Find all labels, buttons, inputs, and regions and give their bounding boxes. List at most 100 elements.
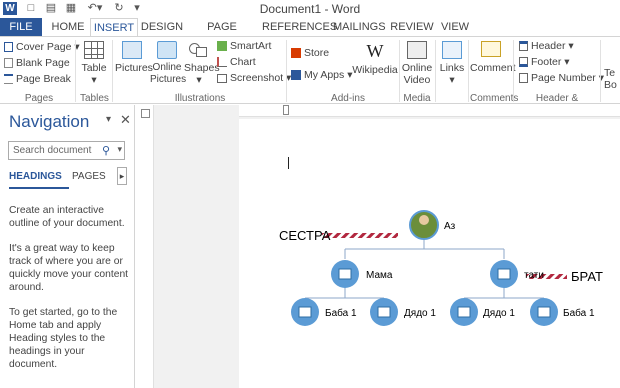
group-divider bbox=[513, 40, 514, 102]
tab-view[interactable]: VIEW bbox=[439, 18, 471, 36]
node-label-dyado-1: Дядо 1 bbox=[483, 308, 515, 319]
tab-results-scroll[interactable]: ▸ bbox=[117, 167, 127, 185]
page-number-button[interactable]: Page Number ▾ bbox=[519, 72, 604, 84]
cover-page-icon bbox=[4, 42, 13, 53]
smartart-icon bbox=[217, 41, 227, 52]
group-label-illustrations: Illustrations bbox=[174, 93, 226, 104]
search-icon[interactable]: ⚲ bbox=[102, 144, 110, 157]
node-baba-1-left[interactable]: Баба 1 bbox=[291, 298, 357, 326]
node-baba-1-right[interactable]: Баба 1 bbox=[530, 298, 595, 326]
shapes-button[interactable]: Shapes ▾ bbox=[184, 41, 220, 86]
tab-design[interactable]: DESIGN bbox=[140, 18, 184, 36]
pictures-icon bbox=[122, 41, 142, 59]
footer-icon bbox=[519, 57, 528, 68]
page-break-icon bbox=[4, 74, 13, 85]
tab-review[interactable]: REVIEW bbox=[390, 18, 434, 36]
group-divider bbox=[286, 40, 287, 102]
node-tati[interactable]: тати bbox=[490, 260, 544, 288]
wikipedia-button[interactable]: W Wikipedia bbox=[352, 41, 398, 76]
group-divider bbox=[468, 40, 469, 102]
tab-pages[interactable]: PAGES bbox=[72, 171, 106, 182]
node-dyado-1-right[interactable]: Дядо 1 bbox=[450, 298, 515, 326]
document-page[interactable]: Аз Мама тати Баба 1 Дядо 1 Дядо 1 Баба 1… bbox=[239, 119, 620, 388]
group-divider bbox=[75, 40, 76, 102]
horizontal-ruler[interactable] bbox=[239, 105, 620, 117]
group-divider bbox=[399, 40, 400, 102]
node-root[interactable]: Аз bbox=[409, 210, 456, 240]
search-document-input[interactable]: Search document ⚲ ▾ bbox=[8, 141, 125, 160]
navigation-pane: Navigation ▾ ✕ Search document ⚲ ▾ HEADI… bbox=[0, 105, 135, 388]
footer-button[interactable]: Footer ▾ bbox=[519, 56, 570, 68]
store-button[interactable]: Store bbox=[291, 47, 329, 59]
group-divider bbox=[435, 40, 436, 102]
note-brother: БРАТ bbox=[571, 269, 603, 284]
page-number-icon bbox=[519, 73, 528, 84]
vertical-ruler bbox=[136, 105, 154, 388]
group-label-comments: Comments bbox=[470, 93, 519, 104]
header-button[interactable]: Header ▾ bbox=[519, 40, 574, 52]
navigation-help-text: Create an interactive outline of your do… bbox=[9, 205, 129, 370]
indent-marker-icon[interactable] bbox=[283, 105, 289, 115]
shapes-icon bbox=[189, 41, 209, 59]
tab-references[interactable]: REFERENCES bbox=[262, 18, 337, 36]
tab-page-layout[interactable]: PAGE LAYOUT bbox=[188, 18, 256, 51]
group-divider bbox=[600, 40, 601, 102]
ribbon: Cover Page ▾ Blank Page Page Break Pages… bbox=[0, 36, 620, 115]
online-video-button[interactable]: Online Video bbox=[401, 41, 433, 86]
pane-options-icon[interactable]: ▾ bbox=[106, 114, 111, 125]
tab-selector-icon[interactable] bbox=[141, 109, 150, 118]
tab-home[interactable]: HOME bbox=[48, 18, 88, 36]
my-apps-button[interactable]: My Apps ▾ bbox=[291, 69, 352, 81]
smartart-button[interactable]: SmartArt bbox=[217, 40, 271, 52]
node-label-baba-1: Баба 1 bbox=[325, 307, 357, 319]
comment-icon bbox=[481, 41, 501, 57]
pictures-button[interactable]: Pictures bbox=[115, 41, 153, 74]
links-button[interactable]: Links ▾ bbox=[438, 41, 466, 86]
chart-button[interactable]: Chart bbox=[217, 56, 256, 68]
wikipedia-icon: W bbox=[366, 41, 384, 61]
online-video-icon bbox=[407, 41, 427, 59]
online-pictures-icon bbox=[157, 41, 177, 59]
group-label-tables: Tables bbox=[80, 93, 109, 104]
online-pictures-button[interactable]: Online Pictures bbox=[150, 41, 186, 86]
tab-mailings[interactable]: MAILINGS bbox=[333, 18, 386, 36]
group-label-pages: Pages bbox=[24, 93, 54, 104]
cover-page-button[interactable]: Cover Page ▾ bbox=[4, 41, 80, 53]
title-bar: W □ ▤ ▦ ↶▾ ↻ ▾ Document1 - Word bbox=[0, 0, 620, 18]
my-apps-icon bbox=[291, 70, 301, 81]
node-label-root: Аз bbox=[444, 221, 456, 232]
page-break-button[interactable]: Page Break bbox=[4, 73, 71, 85]
blank-page-button[interactable]: Blank Page bbox=[4, 57, 70, 69]
table-button[interactable]: Table ▾ bbox=[80, 41, 108, 86]
node-dyado-1-left[interactable]: Дядо 1 bbox=[370, 298, 436, 326]
ribbon-tabs: FILE HOME INSERT DESIGN PAGE LAYOUT REFE… bbox=[0, 18, 620, 51]
screenshot-button[interactable]: Screenshot ▾ bbox=[217, 72, 291, 84]
group-label-media: Media bbox=[403, 93, 431, 104]
left-hatched-arrow bbox=[322, 233, 398, 238]
tab-headings[interactable]: HEADINGS bbox=[9, 171, 62, 182]
text-box-button[interactable]: Te Bo bbox=[604, 67, 620, 91]
store-icon bbox=[291, 48, 301, 59]
links-icon bbox=[442, 41, 462, 59]
node-label-baba-1: Баба 1 bbox=[563, 307, 595, 319]
note-sister: СЕСТРА bbox=[279, 228, 331, 243]
tab-insert[interactable]: INSERT bbox=[90, 18, 138, 37]
blank-page-icon bbox=[4, 58, 13, 69]
node-label-dyado-1: Дядо 1 bbox=[404, 308, 436, 319]
smartart-diagram[interactable]: Аз Мама тати Баба 1 Дядо 1 Дядо 1 Баба 1… bbox=[239, 119, 620, 388]
close-icon[interactable]: ✕ bbox=[120, 112, 131, 128]
navigation-title: Navigation bbox=[9, 112, 90, 131]
document-area: Аз Мама тати Баба 1 Дядо 1 Дядо 1 Баба 1… bbox=[136, 105, 620, 388]
chart-icon bbox=[217, 57, 227, 68]
table-icon bbox=[84, 41, 104, 59]
comment-button[interactable]: Comment bbox=[470, 41, 516, 74]
node-label-tati: тати bbox=[524, 270, 544, 281]
group-label-addins: Add-ins bbox=[331, 93, 365, 104]
search-options-icon[interactable]: ▾ bbox=[117, 144, 122, 155]
header-icon bbox=[519, 41, 528, 52]
node-label-mama: Мама bbox=[366, 270, 393, 281]
active-tab-underline bbox=[9, 187, 69, 189]
tab-file[interactable]: FILE bbox=[0, 18, 42, 36]
node-mama[interactable]: Мама bbox=[331, 260, 393, 288]
screenshot-icon bbox=[217, 73, 227, 83]
